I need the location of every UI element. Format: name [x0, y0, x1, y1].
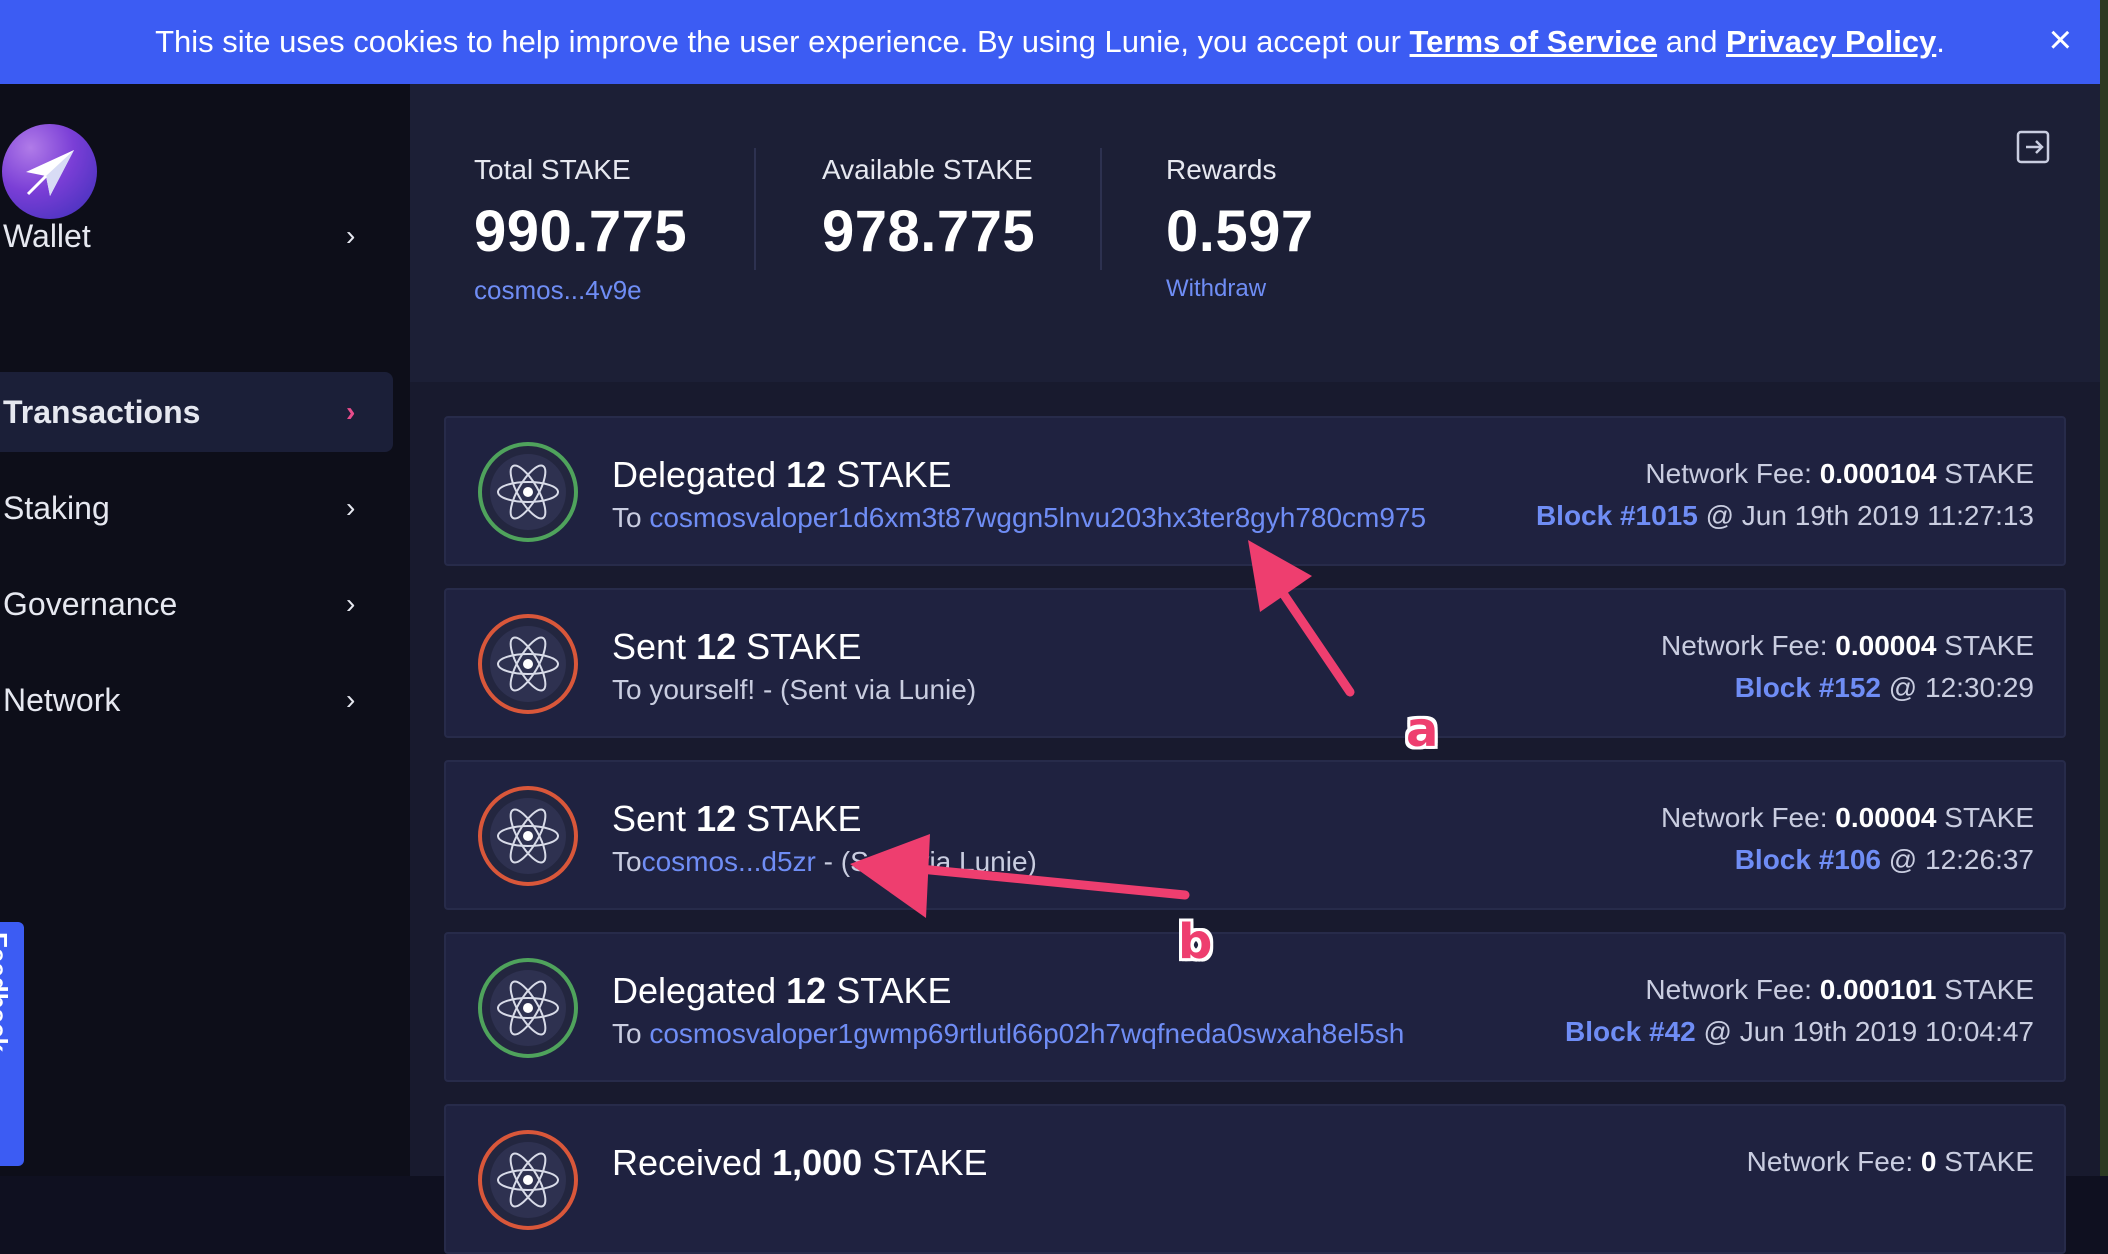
close-icon[interactable]: ×	[2049, 18, 2072, 62]
block-link[interactable]: Block #42	[1565, 1016, 1696, 1047]
transaction-recipient: To cosmosvaloper1d6xm3t87wggn5lnvu203hx3…	[612, 502, 1427, 533]
cosmos-atom-icon	[478, 1130, 578, 1230]
rewards-value: 0.597	[1166, 199, 1314, 264]
total-stake: Total STAKE 990.775 cosmos...4v9e	[474, 154, 687, 306]
total-stake-value: 990.775	[474, 199, 688, 264]
privacy-policy-link[interactable]: Privacy Policy	[1726, 24, 1936, 59]
divider	[1100, 148, 1102, 270]
transaction-card[interactable]: Received 1,000 STAKE Network Fee: 0 STAKE	[444, 1104, 2066, 1254]
transaction-card[interactable]: Sent 12 STAKE To yourself! - (Sent via Lu…	[444, 588, 2066, 738]
wallet-address-link[interactable]: cosmos...4v9e	[474, 275, 687, 306]
sidebar: Wallet › Transactions › Staking › Govern…	[0, 84, 410, 1176]
block-link[interactable]: Block #1015	[1536, 500, 1698, 531]
balance-header: Total STAKE 990.775 cosmos...4v9e Availa…	[410, 84, 2100, 382]
sidebar-item-label: Governance	[3, 585, 178, 622]
transaction-title: Delegated 12 STAKE	[612, 454, 952, 495]
window-edge	[2100, 0, 2108, 1176]
chevron-right-icon: ›	[346, 396, 356, 427]
sidebar-item-label: Staking	[3, 489, 110, 526]
available-stake-label: Available STAKE	[822, 154, 1033, 185]
chevron-right-icon: ›	[346, 492, 356, 523]
transaction-recipient: Tocosmos...d5zr - (Sent via Lunie)	[612, 846, 1037, 877]
feedback-button[interactable]: Feedback	[0, 922, 24, 1166]
divider	[754, 148, 756, 270]
transaction-title: Sent 12 STAKE	[612, 798, 862, 839]
network-fee: Network Fee: 0 STAKE	[1746, 1146, 2034, 1177]
network-fee: Network Fee: 0.000104 STAKE	[1645, 458, 2034, 489]
sidebar-item-label: Wallet	[3, 217, 91, 254]
chevron-right-icon: ›	[346, 684, 356, 715]
transaction-recipient: To cosmosvaloper1gwmp69rtlutl66p02h7wqfn…	[612, 1018, 1405, 1049]
available-stake-value: 978.775	[822, 199, 1036, 264]
transaction-title: Received 1,000 STAKE	[612, 1142, 988, 1183]
sidebar-item-staking[interactable]: Staking ›	[0, 468, 393, 548]
recipient-address-link[interactable]: cosmos...d5zr	[642, 846, 816, 877]
cosmos-atom-icon	[478, 958, 578, 1058]
chevron-right-icon: ›	[346, 588, 356, 619]
available-stake: Available STAKE 978.775	[822, 154, 1035, 265]
total-stake-label: Total STAKE	[474, 154, 631, 185]
block-info: Block #42 @ Jun 19th 2019 10:04:47	[1565, 1016, 2034, 1047]
sidebar-item-governance[interactable]: Governance ›	[0, 564, 393, 644]
withdraw-link[interactable]: Withdraw	[1166, 275, 1314, 303]
cookie-banner: This site uses cookies to help improve t…	[0, 0, 2100, 84]
block-info: Block #1015 @ Jun 19th 2019 11:27:13	[1535, 500, 2034, 531]
transaction-card[interactable]: Sent 12 STAKE Tocosmos...d5zr - (Sent via…	[444, 760, 2066, 910]
sidebar-item-label: Network	[3, 681, 121, 718]
terms-of-service-link[interactable]: Terms of Service	[1410, 24, 1658, 59]
cookie-text: This site uses cookies to help improve t…	[155, 24, 1945, 59]
chevron-right-icon: ›	[346, 220, 356, 251]
cosmos-atom-icon	[478, 614, 578, 714]
annotation-label-b: b	[1178, 914, 1213, 970]
sidebar-item-transactions[interactable]: Transactions ›	[0, 372, 393, 452]
recipient-address-link[interactable]: cosmosvaloper1d6xm3t87wggn5lnvu203hx3ter…	[649, 502, 1426, 533]
rewards-label: Rewards	[1166, 154, 1277, 185]
block-info: Block #106 @ 12:26:37	[1734, 844, 2034, 875]
network-fee: Network Fee: 0.000101 STAKE	[1645, 974, 2034, 1005]
transaction-card[interactable]: Delegated 12 STAKE To cosmosvaloper1gwmp6…	[444, 932, 2066, 1082]
transaction-title: Delegated 12 STAKE	[612, 970, 952, 1011]
transaction-title: Sent 12 STAKE	[612, 626, 862, 667]
sidebar-item-network[interactable]: Network ›	[0, 660, 393, 740]
sidebar-item-wallet[interactable]: Wallet ›	[0, 196, 393, 276]
feedback-label: Feedback	[0, 932, 13, 1052]
sign-out-icon[interactable]	[2016, 130, 2050, 164]
network-fee: Network Fee: 0.00004 STAKE	[1660, 630, 2034, 661]
annotation-label-a: a	[1406, 702, 1439, 758]
block-info: Block #152 @ 12:30:29	[1734, 672, 2034, 703]
block-link[interactable]: Block #152	[1735, 672, 1881, 703]
network-fee: Network Fee: 0.00004 STAKE	[1660, 802, 2034, 833]
transaction-card[interactable]: Delegated 12 STAKE To cosmosvaloper1d6xm3…	[444, 416, 2066, 566]
block-link[interactable]: Block #106	[1735, 844, 1881, 875]
cosmos-atom-icon	[478, 786, 578, 886]
rewards: Rewards 0.597 Withdraw	[1166, 154, 1314, 303]
recipient-address-link[interactable]: cosmosvaloper1gwmp69rtlutl66p02h7wqfneda…	[649, 1018, 1404, 1049]
transaction-recipient: To yourself! - (Sent via Lunie)	[612, 674, 977, 705]
sidebar-item-label: Transactions	[3, 393, 201, 430]
cosmos-atom-icon	[478, 442, 578, 542]
